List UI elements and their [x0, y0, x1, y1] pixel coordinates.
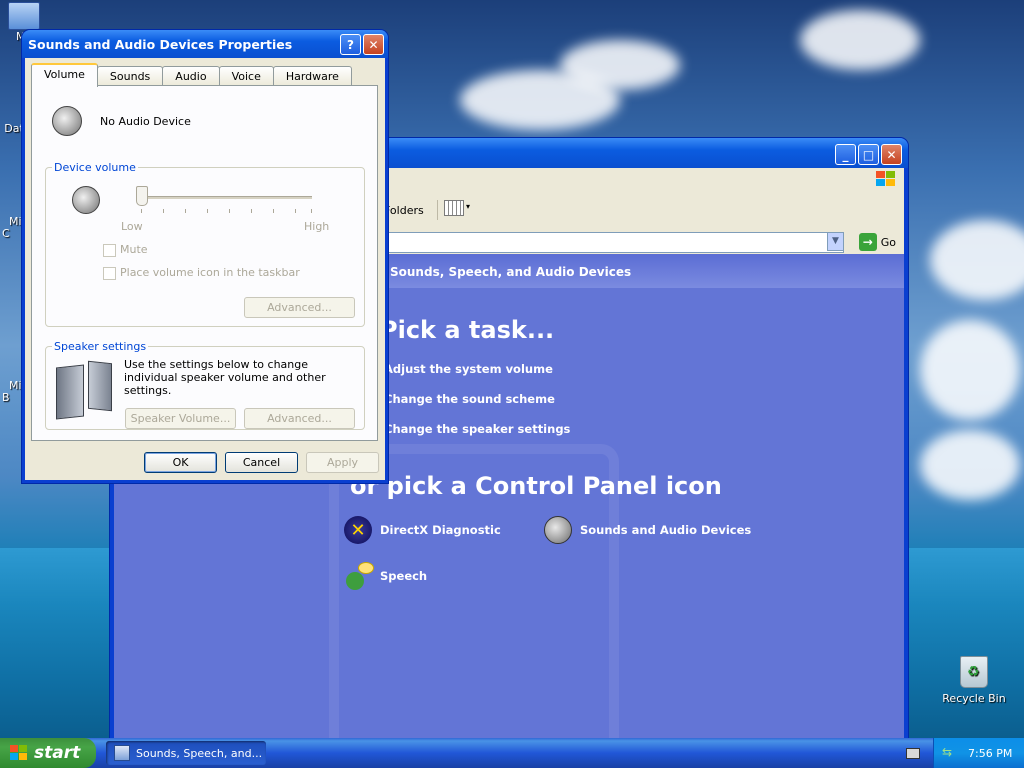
views-icon [444, 200, 464, 216]
desktop-icon-label: Dat [4, 122, 24, 135]
minimize-button[interactable]: _ [835, 144, 856, 165]
windows-logo-icon [10, 745, 28, 761]
recycle-bin-icon: ♻ [960, 656, 988, 688]
ok-button[interactable]: OK [144, 452, 217, 473]
pick-task-heading: Pick a task... [380, 316, 555, 344]
desktop-icon-label: Recycle Bin [942, 692, 1006, 705]
start-label: start [34, 743, 81, 763]
go-button[interactable]: → Go [858, 233, 896, 251]
speaker-advanced-button[interactable]: Advanced... [244, 408, 355, 429]
tab-audio[interactable]: Audio [162, 66, 220, 86]
desktop-icon-recycle-bin[interactable]: ♻ Recycle Bin [940, 656, 1008, 705]
volume-slider-track [136, 196, 312, 199]
speaker-volume-button[interactable]: Speaker Volume... [125, 408, 236, 429]
sounds-audio-devices-item[interactable]: Sounds and Audio Devices [544, 516, 751, 544]
item-label: Speech [380, 569, 428, 583]
start-button[interactable]: start [0, 738, 96, 768]
taskbar: start Sounds, Speech, and... ⇆ 7:56 PM [0, 738, 1024, 768]
sounds-properties-dialog[interactable]: Sounds and Audio Devices Properties ? ✕ … [22, 30, 388, 483]
apply-button[interactable]: Apply [306, 452, 379, 473]
help-button[interactable]: ? [340, 34, 361, 55]
task-adjust-volume[interactable]: Adjust the system volume [384, 362, 553, 376]
device-advanced-button[interactable]: Advanced... [244, 297, 355, 318]
dialog-titlebar[interactable]: Sounds and Audio Devices Properties ? ✕ [22, 30, 388, 58]
tab-bar: Volume Sounds Audio Voice Hardware [31, 63, 352, 87]
dialog-client: Volume Sounds Audio Voice Hardware No Au… [25, 58, 385, 480]
views-button[interactable]: ▾ [437, 200, 470, 220]
system-tray: ⇆ 7:56 PM [933, 738, 1024, 768]
volume-slider-thumb[interactable] [136, 186, 148, 206]
speaker-icon [52, 106, 86, 140]
tab-volume[interactable]: Volume [31, 63, 98, 87]
chevron-down-icon: ▾ [466, 202, 471, 211]
speaker-icon [544, 516, 572, 544]
task-change-sound-scheme[interactable]: Change the sound scheme [384, 392, 555, 406]
taskbar-icon-label: Place volume icon in the taskbar [120, 266, 300, 279]
address-dropdown-button[interactable]: ▼ [827, 232, 844, 251]
task-change-speaker-settings[interactable]: Change the speaker settings [384, 422, 570, 436]
speaker-settings-description: Use the settings below to change individ… [124, 358, 326, 397]
mute-label: Mute [120, 243, 148, 256]
directx-icon: ✕ [344, 516, 372, 544]
high-label: High [304, 220, 330, 233]
speaker-settings-legend: Speaker settings [52, 340, 149, 353]
go-arrow-icon: → [858, 233, 877, 251]
close-button[interactable]: ✕ [881, 144, 902, 165]
computer-icon [8, 2, 40, 30]
device-name: No Audio Device [100, 115, 191, 128]
volume-tab-panel: No Audio Device Device volume Low High M… [31, 85, 378, 441]
item-label: Sounds and Audio Devices [580, 523, 752, 537]
mute-checkbox[interactable] [103, 244, 116, 257]
tab-sounds[interactable]: Sounds [96, 66, 164, 86]
windows-logo-icon [876, 171, 896, 187]
taskbar-button-control-panel[interactable]: Sounds, Speech, and... [106, 741, 266, 765]
tab-voice[interactable]: Voice [218, 66, 274, 86]
low-label: Low [121, 220, 143, 233]
clock[interactable]: 7:56 PM [968, 747, 1012, 760]
directx-diagnostic-item[interactable]: ✕ DirectX Diagnostic [344, 516, 501, 544]
item-label: DirectX Diagnostic [380, 523, 501, 537]
taskbar-icon-checkbox[interactable] [103, 267, 116, 280]
speakers-icon [54, 360, 116, 420]
category-title: Sounds, Speech, and Audio Devices [390, 265, 632, 279]
folders-button[interactable]: Folders [384, 204, 424, 217]
cancel-button[interactable]: Cancel [225, 452, 298, 473]
pick-icon-heading: or pick a Control Panel icon [350, 472, 722, 500]
tab-hardware[interactable]: Hardware [272, 66, 352, 86]
speech-item[interactable]: Speech [344, 562, 427, 590]
device-volume-legend: Device volume [52, 161, 138, 174]
maximize-button[interactable]: □ [858, 144, 879, 165]
close-button[interactable]: ✕ [363, 34, 384, 55]
speaker-icon [72, 186, 106, 220]
control-panel-icon [114, 745, 130, 761]
network-icon[interactable]: ⇆ [942, 745, 956, 759]
taskbar-button-label: Sounds, Speech, and... [136, 746, 263, 760]
dialog-title: Sounds and Audio Devices Properties [28, 37, 293, 52]
go-label: Go [880, 235, 896, 249]
keyboard-icon[interactable] [906, 748, 920, 759]
speech-icon [344, 562, 374, 590]
